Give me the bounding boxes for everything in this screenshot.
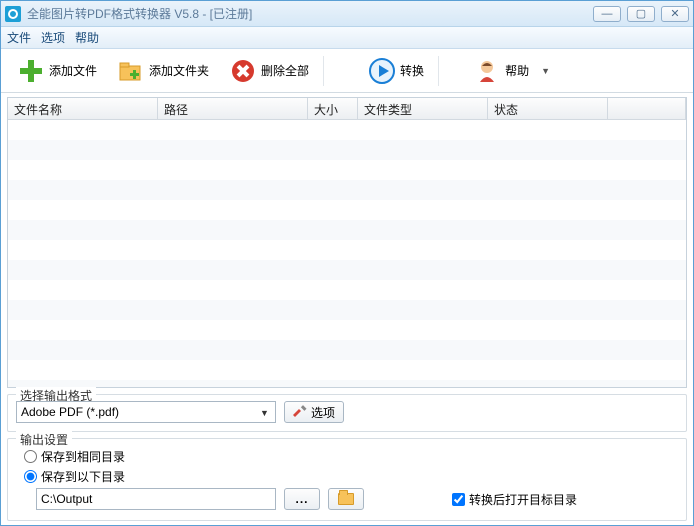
save-same-radio[interactable] xyxy=(24,450,37,463)
convert-label: 转换 xyxy=(400,62,424,79)
menu-help[interactable]: 帮助 xyxy=(75,29,99,46)
delete-icon xyxy=(229,57,257,85)
open-after-checkbox[interactable] xyxy=(452,493,465,506)
save-below-radio[interactable] xyxy=(24,470,37,483)
col-type[interactable]: 文件类型 xyxy=(358,98,488,119)
add-folder-button[interactable]: 添加文件夹 xyxy=(107,53,219,89)
menu-options[interactable]: 选项 xyxy=(41,29,65,46)
col-status[interactable]: 状态 xyxy=(488,98,608,119)
output-path-input[interactable]: C:\Output xyxy=(36,488,276,510)
minimize-button[interactable]: — xyxy=(593,6,621,22)
add-file-label: 添加文件 xyxy=(49,62,97,79)
open-folder-button[interactable] xyxy=(328,488,364,510)
chevron-down-icon: ▼ xyxy=(541,66,550,76)
output-settings-section: 输出设置 保存到相同目录 保存到以下目录 C:\Output ... 转换后打开… xyxy=(7,438,687,521)
toolbar-separator xyxy=(438,56,439,86)
chevron-down-icon: ▼ xyxy=(257,405,272,420)
delete-all-label: 删除全部 xyxy=(261,62,309,79)
plus-icon xyxy=(17,57,45,85)
tools-icon xyxy=(293,405,307,419)
output-path-value: C:\Output xyxy=(41,492,92,506)
col-name[interactable]: 文件名称 xyxy=(8,98,158,119)
convert-button[interactable]: 转换 xyxy=(358,53,434,89)
file-table: 文件名称 路径 大小 文件类型 状态 xyxy=(7,97,687,388)
format-selected: Adobe PDF (*.pdf) xyxy=(21,405,119,419)
open-after-label: 转换后打开目标目录 xyxy=(469,491,577,508)
app-icon xyxy=(5,6,21,22)
col-path[interactable]: 路径 xyxy=(158,98,308,119)
menu-file[interactable]: 文件 xyxy=(7,29,31,46)
toolbar-separator xyxy=(323,56,324,86)
window-title: 全能图片转PDF格式转换器 V5.8 - [已注册] xyxy=(27,5,593,22)
table-body[interactable] xyxy=(8,120,686,387)
col-spacer xyxy=(608,98,686,119)
output-format-section: 选择输出格式 Adobe PDF (*.pdf) ▼ 选项 xyxy=(7,394,687,432)
save-below-label: 保存到以下目录 xyxy=(41,468,125,485)
save-same-label: 保存到相同目录 xyxy=(41,448,125,465)
table-header: 文件名称 路径 大小 文件类型 状态 xyxy=(8,98,686,120)
add-file-button[interactable]: 添加文件 xyxy=(7,53,107,89)
close-button[interactable]: ✕ xyxy=(661,6,689,22)
toolbar: 添加文件 添加文件夹 删除全部 转换 帮助 xyxy=(1,49,693,93)
col-size[interactable]: 大小 xyxy=(308,98,358,119)
folder-icon xyxy=(338,493,354,505)
help-button[interactable]: 帮助 ▼ xyxy=(463,53,560,89)
help-label: 帮助 xyxy=(505,62,529,79)
menubar: 文件 选项 帮助 xyxy=(1,27,693,49)
help-icon xyxy=(473,57,501,85)
folder-plus-icon xyxy=(117,57,145,85)
format-options-label: 选项 xyxy=(311,404,335,421)
window-controls: — ▢ ✕ xyxy=(593,6,689,22)
play-icon xyxy=(368,57,396,85)
format-options-button[interactable]: 选项 xyxy=(284,401,344,423)
add-folder-label: 添加文件夹 xyxy=(149,62,209,79)
app-window: 全能图片转PDF格式转换器 V5.8 - [已注册] — ▢ ✕ 文件 选项 帮… xyxy=(0,0,694,526)
browse-button[interactable]: ... xyxy=(284,488,320,510)
format-combo[interactable]: Adobe PDF (*.pdf) ▼ xyxy=(16,401,276,423)
maximize-button[interactable]: ▢ xyxy=(627,6,655,22)
output-settings-title: 输出设置 xyxy=(16,431,72,448)
delete-all-button[interactable]: 删除全部 xyxy=(219,53,319,89)
titlebar: 全能图片转PDF格式转换器 V5.8 - [已注册] — ▢ ✕ xyxy=(1,1,693,27)
